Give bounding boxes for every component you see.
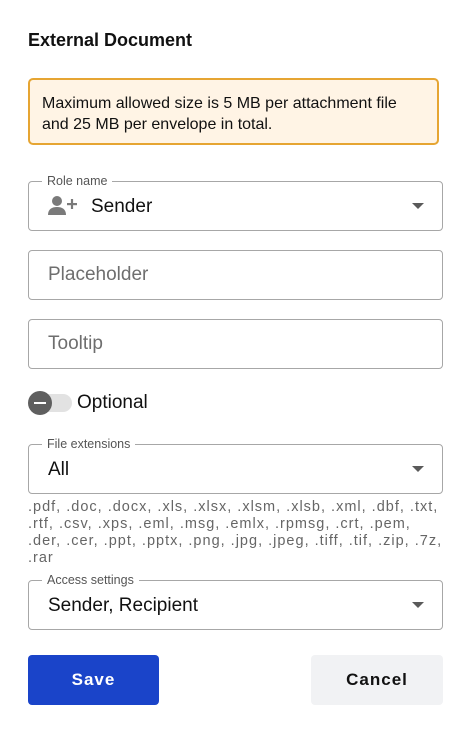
tooltip-input[interactable]: Tooltip <box>28 319 443 369</box>
file-extensions-label: File extensions <box>42 436 136 452</box>
person-add-icon <box>48 195 78 217</box>
dialog-title: External Document <box>28 30 193 50</box>
placeholder-input-placeholder: Placeholder <box>48 264 149 285</box>
file-extensions-select[interactable]: File extensions All <box>28 436 443 494</box>
tooltip-input-placeholder: Tooltip <box>48 333 103 354</box>
alert-text: Maximum allowed size is 5 MB per attachm… <box>42 95 397 133</box>
role-name-value: Sender <box>91 196 153 217</box>
optional-label: Optional <box>77 392 148 413</box>
chevron-down-icon <box>412 602 424 608</box>
role-name-select[interactable]: Role name Sender <box>28 173 443 231</box>
cancel-button[interactable]: Cancel <box>311 655 443 705</box>
save-button[interactable]: Save <box>28 655 159 705</box>
file-extensions-list: .pdf, .doc, .docx, .xls, .xlsx, .xlsm, .… <box>28 499 443 566</box>
optional-toggle-row: Optional <box>28 390 228 416</box>
chevron-down-icon <box>412 466 424 472</box>
role-name-label: Role name <box>42 173 113 189</box>
access-settings-select[interactable]: Access settings Sender, Recipient <box>28 572 443 630</box>
toggle-knob-minus-icon[interactable] <box>28 391 52 415</box>
placeholder-input[interactable]: Placeholder <box>28 250 443 300</box>
access-settings-value: Sender, Recipient <box>48 595 198 616</box>
external-document-panel: External Document Maximum allowed size i… <box>0 0 469 733</box>
size-limit-alert: Maximum allowed size is 5 MB per attachm… <box>28 78 439 145</box>
file-extensions-value: All <box>48 459 70 480</box>
chevron-down-icon <box>412 203 424 209</box>
access-settings-label: Access settings <box>42 572 139 588</box>
